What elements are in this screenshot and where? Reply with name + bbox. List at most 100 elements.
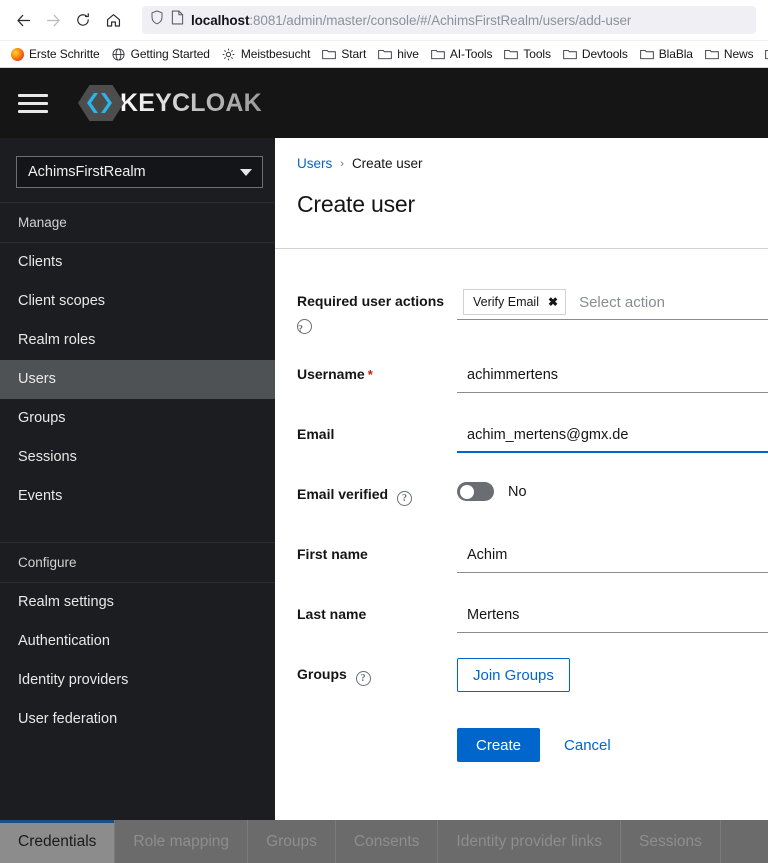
realm-selector-value: AchimsFirstRealm xyxy=(28,164,146,180)
cancel-button[interactable]: Cancel xyxy=(556,737,619,754)
tab-consents[interactable]: Consents xyxy=(336,820,439,863)
chip-verify-email: Verify Email ✖ xyxy=(463,289,567,315)
screenshot-root: localhost:8081/admin/master/console/#/Ac… xyxy=(0,0,768,863)
email-verified-toggle[interactable] xyxy=(457,482,494,501)
reload-icon xyxy=(75,12,91,28)
email-input[interactable] xyxy=(457,418,768,453)
folder-icon xyxy=(563,47,577,61)
label-text: Groups xyxy=(297,666,347,682)
bookmark-hive[interactable]: hive xyxy=(372,45,425,63)
folder-icon xyxy=(504,47,519,61)
tab-groups[interactable]: Groups xyxy=(248,820,336,863)
sidebar-item-clients[interactable]: Clients xyxy=(0,243,275,282)
sidebar-item-identity-providers[interactable]: Identity providers xyxy=(0,661,275,700)
arrow-right-icon xyxy=(45,12,62,29)
arrow-left-icon xyxy=(15,12,32,29)
label-first-name: First name xyxy=(275,538,457,564)
label-last-name: Last name xyxy=(275,598,457,624)
required-actions-select[interactable]: Verify Email ✖ Select action xyxy=(457,285,768,320)
back-button[interactable] xyxy=(8,5,38,35)
url-path: :8081/admin/master/console/#/AchimsFirst… xyxy=(249,12,632,28)
toggle-knob xyxy=(460,484,474,499)
folder-icon xyxy=(378,47,393,61)
tab-role-mapping[interactable]: Role mapping xyxy=(115,820,249,863)
sidebar-item-realm-roles[interactable]: Realm roles xyxy=(0,321,275,360)
bookmark-tools[interactable]: Tools xyxy=(498,45,557,63)
last-name-input[interactable] xyxy=(457,598,768,633)
username-input[interactable] xyxy=(457,358,768,393)
bookmark-news[interactable]: News xyxy=(699,45,760,63)
browser-nav-bar: localhost:8081/admin/master/console/#/Ac… xyxy=(0,0,768,40)
firefox-icon xyxy=(10,47,24,61)
breadcrumb: Users › Create user xyxy=(297,156,768,171)
realm-selector[interactable]: AchimsFirstRealm xyxy=(16,156,263,188)
tab-identity-provider-links[interactable]: Identity provider links xyxy=(438,820,621,863)
address-bar[interactable]: localhost:8081/admin/master/console/#/Ac… xyxy=(142,6,756,34)
control-last-name xyxy=(457,598,768,633)
bookmark-truncated[interactable]: V xyxy=(759,45,768,63)
forward-button[interactable] xyxy=(38,5,68,35)
home-icon xyxy=(105,12,122,29)
sidebar-item-user-federation[interactable]: User federation xyxy=(0,700,275,739)
brand[interactable]: KEYCLOAK xyxy=(78,83,262,123)
bookmark-meistbesucht[interactable]: Meistbesucht xyxy=(216,45,317,63)
label-email-verified: Email verified ? xyxy=(275,478,457,506)
control-first-name xyxy=(457,538,768,573)
page-title: Create user xyxy=(297,191,415,217)
folder-icon xyxy=(322,47,337,61)
bookmark-devtools[interactable]: Devtools xyxy=(557,45,634,63)
url-host: localhost xyxy=(191,12,250,28)
form-row-required-user-actions: Required user actions ? Verify Email ✖ S… xyxy=(275,285,768,335)
folder-icon xyxy=(639,47,654,61)
bookmark-ai-tools[interactable]: AI-Tools xyxy=(425,45,499,63)
sidebar-item-users[interactable]: Users xyxy=(0,360,275,399)
first-name-input[interactable] xyxy=(457,538,768,573)
home-button[interactable] xyxy=(98,5,128,35)
join-groups-button[interactable]: Join Groups xyxy=(457,658,570,692)
bookmark-label: News xyxy=(723,47,754,61)
main-content: Users › Create user Create user Required… xyxy=(275,138,768,863)
bookmark-label: Start xyxy=(341,47,367,61)
bookmark-label: hive xyxy=(397,47,419,61)
bookmark-getting-started[interactable]: Getting Started xyxy=(106,45,216,63)
sidebar-item-groups[interactable]: Groups xyxy=(0,399,275,438)
sidebar-item-client-scopes[interactable]: Client scopes xyxy=(0,282,275,321)
create-button[interactable]: Create xyxy=(457,728,541,762)
bookmark-label: Erste Schritte xyxy=(29,47,100,61)
control-username xyxy=(457,358,768,393)
bookmark-start[interactable]: Start xyxy=(316,45,372,63)
label-username: Username * xyxy=(275,358,457,384)
close-icon[interactable]: ✖ xyxy=(548,296,558,308)
page-header: Users › Create user Create user xyxy=(275,138,768,218)
form-row-email-verified: Email verified ? No xyxy=(275,478,768,514)
tab-sessions[interactable]: Sessions xyxy=(621,820,721,863)
select-action-placeholder: Select action xyxy=(579,293,665,311)
bookmark-blabla[interactable]: BlaBla xyxy=(634,45,699,63)
user-detail-tabs: Credentials Role mapping Groups Consents… xyxy=(0,820,768,863)
gear-icon xyxy=(222,47,236,61)
reload-button[interactable] xyxy=(68,5,98,35)
form-row-first-name: First name xyxy=(275,538,768,574)
sidebar-item-events[interactable]: Events xyxy=(0,477,275,516)
help-circle-icon[interactable]: ? xyxy=(396,491,412,506)
bookmark-label: BlaBla xyxy=(658,47,693,61)
form-row-last-name: Last name xyxy=(275,598,768,634)
hamburger-menu-icon[interactable] xyxy=(14,84,52,122)
form-row-groups: Groups ? Join Groups xyxy=(275,658,768,694)
label-text: Last name xyxy=(297,606,367,622)
bookmark-erste-schritte[interactable]: Erste Schritte xyxy=(4,45,106,63)
sidebar-item-sessions[interactable]: Sessions xyxy=(0,438,275,477)
tab-credentials[interactable]: Credentials xyxy=(0,820,116,863)
chip-label: Verify Email xyxy=(473,295,539,309)
form-row-email: Email xyxy=(275,418,768,454)
help-circle-icon[interactable]: ? xyxy=(297,319,312,335)
help-circle-icon[interactable]: ? xyxy=(355,671,371,686)
label-groups: Groups ? xyxy=(275,658,457,686)
sidebar-item-realm-settings[interactable]: Realm settings xyxy=(0,583,275,622)
sidebar-section-configure: Configure xyxy=(0,542,275,583)
required-indicator: * xyxy=(367,367,373,382)
sidebar-item-authentication[interactable]: Authentication xyxy=(0,622,275,661)
sidebar-section-manage: Manage xyxy=(0,202,275,243)
breadcrumb-link-users[interactable]: Users xyxy=(297,156,332,171)
